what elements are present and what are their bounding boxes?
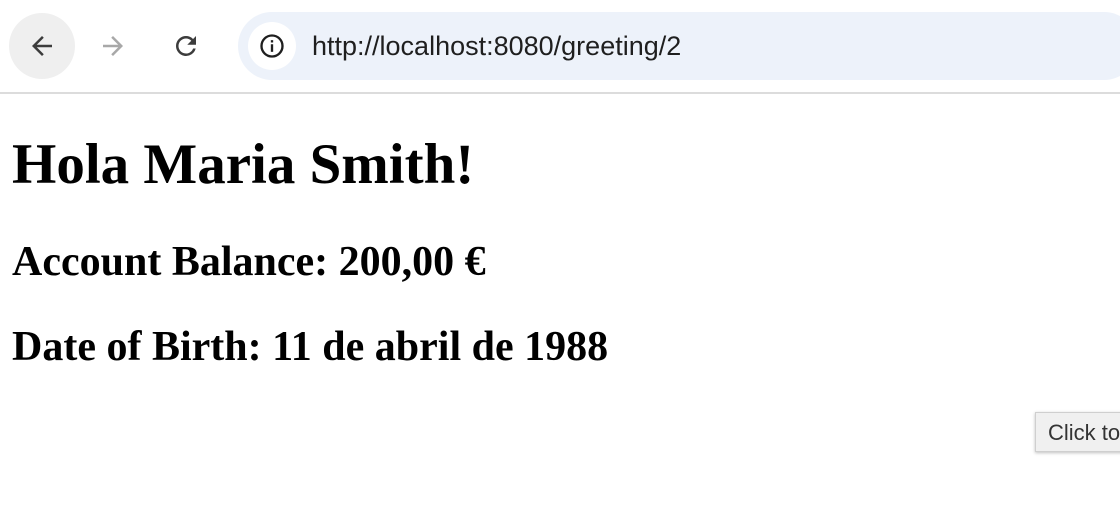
click-hint-tooltip[interactable]: Click to xyxy=(1035,412,1120,452)
dob-label: Date of Birth: xyxy=(12,324,262,370)
arrow-left-icon xyxy=(32,36,52,56)
forward-button[interactable] xyxy=(80,13,146,79)
click-hint-text: Click to xyxy=(1048,420,1120,445)
reload-button[interactable] xyxy=(153,13,219,79)
greeting-heading: Hola Maria Smith! xyxy=(12,133,475,196)
site-info-button[interactable] xyxy=(248,22,296,70)
date-of-birth: Date of Birth: 11 de abril de 1988 xyxy=(12,326,608,368)
url-text[interactable]: http://localhost:8080/greeting/2 xyxy=(312,12,681,80)
dob-value: 11 de abril de 1988 xyxy=(272,324,609,370)
account-balance: Account Balance: 200,00 € xyxy=(12,241,486,283)
balance-value: 200,00 € xyxy=(338,239,486,285)
balance-label: Account Balance: xyxy=(12,239,329,285)
address-bar[interactable]: http://localhost:8080/greeting/2 xyxy=(238,12,1120,80)
browser-toolbar: http://localhost:8080/greeting/2 xyxy=(0,0,1120,94)
reload-icon xyxy=(176,36,196,56)
back-button[interactable] xyxy=(9,13,75,79)
info-icon xyxy=(260,34,284,58)
arrow-right-icon xyxy=(103,36,123,56)
